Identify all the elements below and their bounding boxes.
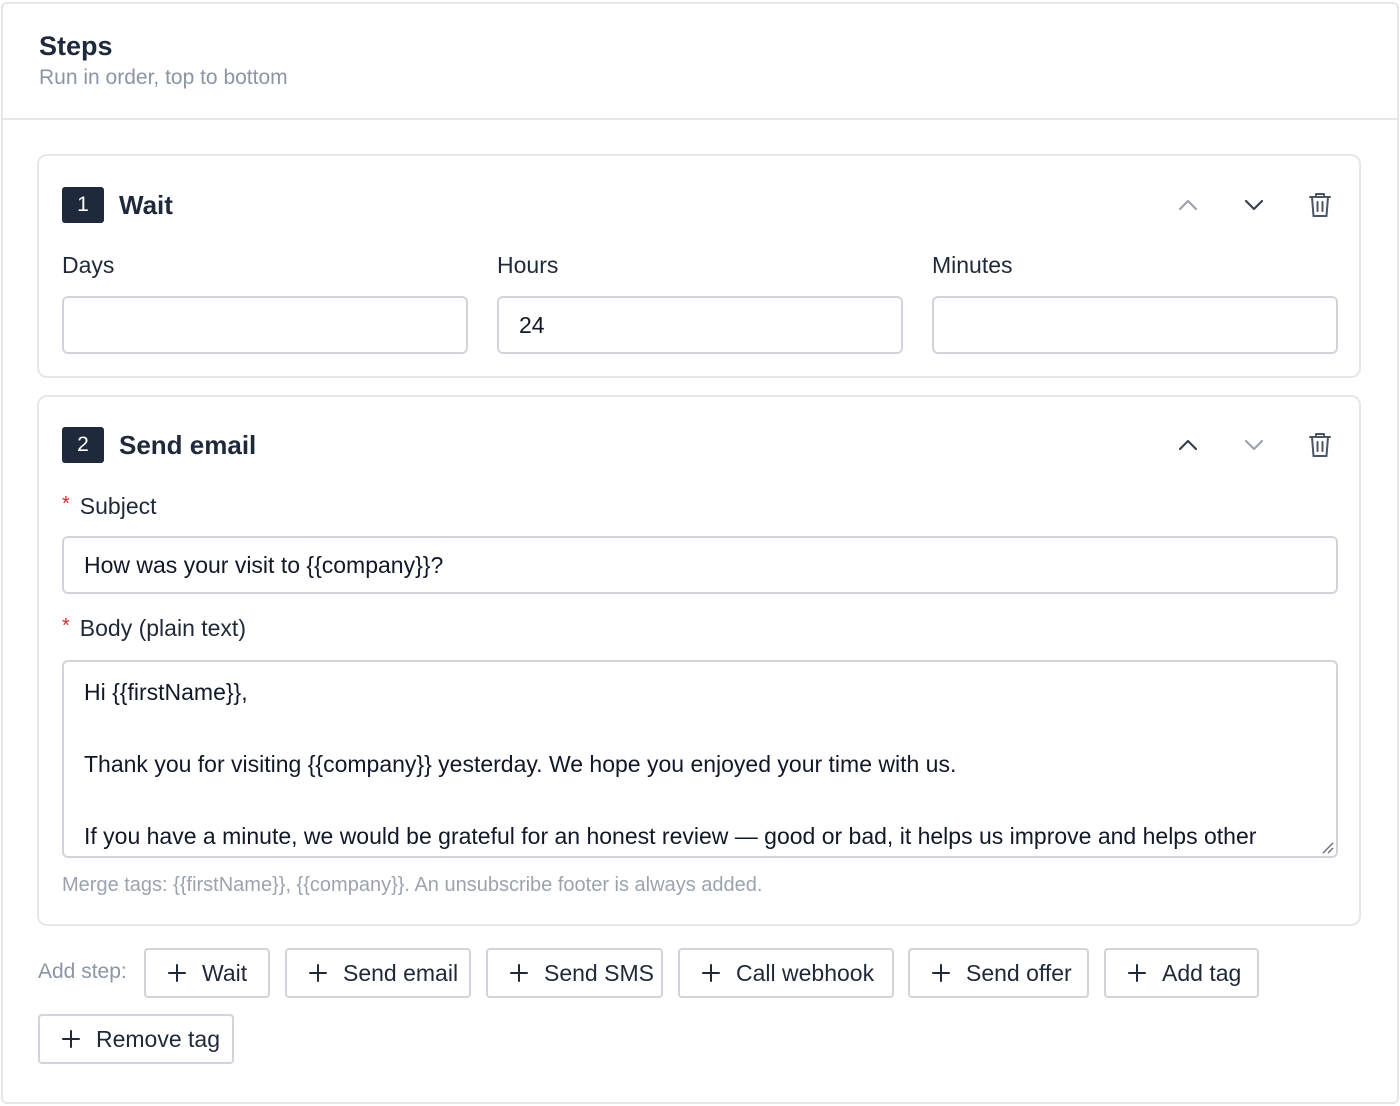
move-up-button[interactable]	[1169, 426, 1207, 464]
step-title: Wait	[119, 189, 173, 220]
step-actions	[1141, 426, 1339, 464]
required-marker: *	[62, 615, 70, 637]
step-actions	[1141, 186, 1339, 224]
days-input[interactable]	[62, 296, 468, 354]
add-send-email-label: Send email	[343, 959, 459, 986]
add-remove-tag-label: Remove tag	[96, 1025, 221, 1052]
subject-input[interactable]: How was your visit to {{company}}?	[62, 536, 1338, 594]
minutes-input[interactable]	[932, 296, 1338, 354]
add-step-label: Add step:	[38, 960, 127, 983]
add-send-offer-button[interactable]: Send offer	[908, 948, 1089, 998]
delete-step-button[interactable]	[1301, 186, 1339, 224]
resize-handle-icon[interactable]	[1320, 840, 1334, 854]
chevron-up-icon	[1178, 199, 1198, 211]
panel-title: Steps	[39, 31, 113, 61]
add-tag-label: Add tag	[1162, 959, 1242, 986]
add-call-webhook-button[interactable]: Call webhook	[678, 948, 894, 998]
step-header: 2 Send email	[62, 426, 1339, 464]
move-down-button[interactable]	[1235, 426, 1273, 464]
chevron-down-icon	[1244, 439, 1264, 451]
step-header: 1 Wait	[62, 186, 1339, 224]
add-tag-button[interactable]: Add tag	[1104, 948, 1259, 998]
body-line: Thank you for visiting {{company}} yeste…	[84, 751, 957, 777]
step-card-send-email: 2 Send email * Subject How was your visit…	[37, 395, 1361, 926]
panel-header: Steps Run in order, top to bottom	[3, 4, 1397, 120]
plus-icon	[62, 1030, 80, 1048]
plus-icon	[309, 964, 327, 982]
body-label-text: Body (plain text)	[79, 615, 246, 641]
add-remove-tag-button[interactable]: Remove tag	[38, 1014, 234, 1064]
plus-icon	[168, 964, 186, 982]
body-line: If you have a minute, we would be gratef…	[84, 823, 1257, 849]
step-number-badge: 1	[62, 187, 104, 223]
chevron-down-icon	[1244, 199, 1264, 211]
step-title: Send email	[119, 429, 257, 460]
add-send-sms-button[interactable]: Send SMS	[486, 948, 663, 998]
step-number-badge: 2	[62, 427, 104, 463]
add-call-webhook-label: Call webhook	[736, 959, 875, 986]
subject-label-text: Subject	[79, 493, 157, 519]
move-up-button[interactable]	[1169, 186, 1207, 224]
plus-icon	[1128, 964, 1146, 982]
chevron-up-icon	[1178, 439, 1198, 451]
body-line	[84, 782, 1316, 818]
subject-label: * Subject	[62, 493, 157, 520]
add-send-email-button[interactable]: Send email	[285, 948, 471, 998]
body-line	[84, 710, 1316, 746]
add-wait-label: Wait	[202, 959, 248, 986]
body-textarea[interactable]: Hi {{firstName}}, Thank you for visiting…	[62, 660, 1338, 858]
minutes-label: Minutes	[932, 252, 1013, 278]
days-label: Days	[62, 252, 115, 278]
merge-tags-hint: Merge tags: {{firstName}}, {{company}}. …	[62, 874, 763, 896]
body-label: * Body (plain text)	[62, 615, 246, 642]
plus-icon	[510, 964, 528, 982]
move-down-button[interactable]	[1235, 186, 1273, 224]
panel-subtitle: Run in order, top to bottom	[39, 66, 288, 89]
plus-icon	[932, 964, 950, 982]
trash-icon	[1309, 193, 1331, 217]
step-card-wait: 1 Wait Days Hours 24 Minutes	[37, 154, 1361, 378]
add-send-sms-label: Send SMS	[544, 959, 654, 986]
trash-icon	[1309, 433, 1331, 457]
add-wait-button[interactable]: Wait	[144, 948, 270, 998]
hours-label: Hours	[497, 252, 559, 278]
hours-input[interactable]: 24	[497, 296, 903, 354]
body-line: Hi {{firstName}},	[84, 679, 248, 705]
plus-icon	[702, 964, 720, 982]
required-marker: *	[62, 493, 70, 515]
add-send-offer-label: Send offer	[966, 959, 1072, 986]
delete-step-button[interactable]	[1301, 426, 1339, 464]
